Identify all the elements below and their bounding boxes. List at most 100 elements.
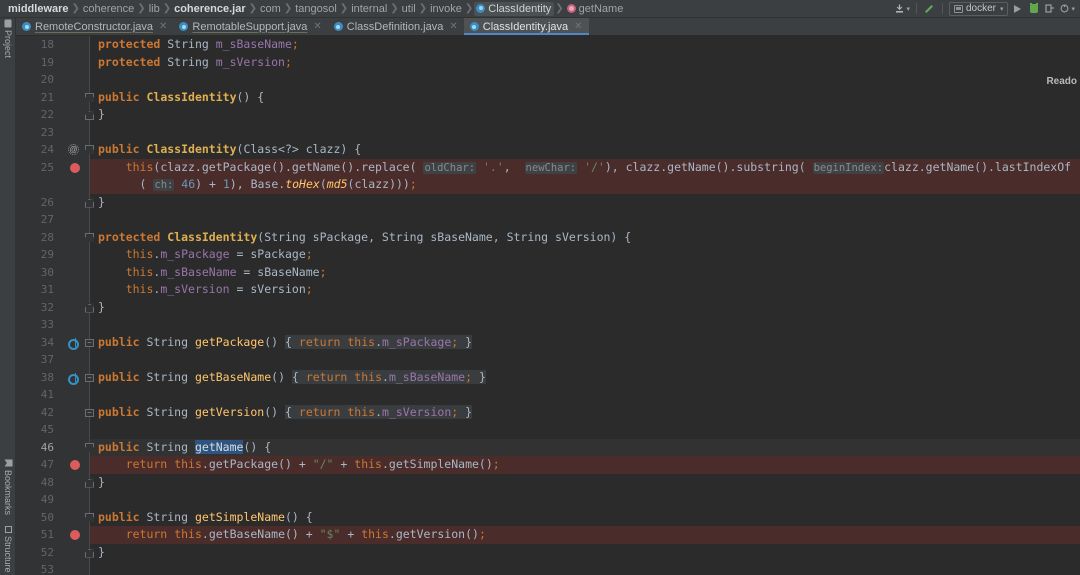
close-icon[interactable]: ✕ [449, 21, 457, 32]
annotation-gutter-icon[interactable]: @ [68, 144, 79, 155]
line-number: 37 [40, 353, 54, 366]
stop-icon [1045, 4, 1055, 13]
implementing-method-icon[interactable] [68, 337, 79, 350]
tab-remotable-support[interactable]: RemotableSupport.java ✕ [173, 18, 327, 35]
chevron-down-icon: ▾ [906, 5, 910, 13]
fold-collapsed-icon[interactable]: − [85, 338, 94, 347]
fold-collapsed-icon[interactable]: − [85, 408, 94, 417]
code-text[interactable]: } [98, 194, 105, 212]
editor-line: 24 @ public ClassIdentity(Class<?> clazz… [16, 141, 1080, 159]
selected-identifier[interactable]: getName [194, 439, 244, 454]
breadcrumb-item-com[interactable]: com [258, 3, 283, 15]
breadcrumb-item-class-identity[interactable]: ClassIdentity [474, 1, 555, 16]
code-text[interactable]: public String getName() { [98, 439, 271, 457]
code-text[interactable]: } [98, 106, 105, 124]
run-configuration-selector[interactable]: docker ▾ [948, 1, 1009, 16]
breadcrumb-separator: ❯ [162, 3, 172, 14]
fold-collapsed-icon[interactable]: − [85, 373, 94, 382]
structure-icon [4, 526, 12, 534]
bookmark-icon [4, 459, 12, 466]
sidebar-item-structure[interactable]: Structure [0, 526, 16, 573]
fold-collapse-icon[interactable] [85, 477, 94, 487]
tab-class-identity[interactable]: ClassIdentity.java ✕ [463, 18, 589, 35]
tab-class-definition[interactable]: ClassDefinition.java ✕ [328, 18, 464, 35]
breadcrumb-item-tangosol[interactable]: tangosol [293, 3, 339, 15]
code-text[interactable]: public String getSimpleName() { [98, 509, 313, 527]
code-text[interactable]: public ClassIdentity(Class<?> clazz) { [98, 141, 361, 159]
breakpoint-icon[interactable] [70, 530, 80, 540]
close-icon[interactable]: ✕ [313, 21, 321, 32]
fold-expand-icon[interactable] [85, 145, 94, 154]
code-text[interactable]: ( ch: 46) + 1), Base.toHex(md5(clazz))); [98, 176, 417, 194]
code-text[interactable]: this.m_sVersion = sVersion; [98, 281, 313, 299]
sidebar-item-label: Project [3, 30, 13, 59]
java-class-icon [22, 22, 31, 31]
line-number: 21 [40, 90, 54, 104]
fold-collapse-icon[interactable] [85, 197, 94, 207]
code-text[interactable]: protected String m_sVersion; [98, 54, 292, 72]
breadcrumb-item-coherence[interactable]: coherence [81, 3, 136, 15]
breadcrumb-item-util[interactable]: util [400, 3, 418, 15]
run-button[interactable] [1011, 2, 1024, 16]
editor-line: 49 [16, 491, 1080, 509]
stop-button[interactable] [1043, 2, 1056, 16]
left-tool-window-bar: Project Bookmarks Structure [0, 18, 16, 575]
java-class-icon [469, 22, 479, 31]
sidebar-item-bookmarks[interactable]: Bookmarks [0, 459, 16, 515]
editor-line-wrapped: ( ch: 46) + 1), Base.toHex(md5(clazz))); [16, 176, 1080, 194]
code-text[interactable]: } [98, 474, 105, 492]
breadcrumb-item-get-name[interactable]: getName [565, 3, 626, 15]
line-number: 26 [40, 195, 54, 209]
tab-remote-constructor[interactable]: RemoteConstructor.java ✕ [16, 18, 173, 35]
run-configuration-label: docker [965, 3, 996, 14]
fold-collapse-icon[interactable] [85, 302, 94, 312]
fold-expand-icon[interactable] [85, 512, 94, 522]
line-number: 28 [40, 230, 54, 244]
chevron-down-icon: ▾ [1071, 5, 1075, 13]
code-text[interactable]: public String getPackage() { return this… [98, 334, 473, 352]
code-text[interactable]: protected String m_sBaseName; [98, 36, 299, 54]
code-text[interactable]: public String getVersion() { return this… [98, 404, 473, 422]
fold-collapse-icon[interactable] [85, 110, 94, 119]
code-text[interactable]: public String getBaseName() { return thi… [98, 369, 486, 387]
chevron-down-icon: ▾ [999, 5, 1004, 13]
editor-line: 38 − public String getBaseName() { retur… [16, 369, 1080, 387]
breadcrumb-item-coherence-jar[interactable]: coherence.jar [172, 3, 248, 15]
fold-expand-icon[interactable] [85, 92, 94, 102]
breadcrumb-item-internal[interactable]: internal [349, 3, 389, 15]
implementing-method-icon[interactable] [68, 372, 79, 385]
code-text[interactable]: return this.getPackage() + "/" + this.ge… [98, 456, 500, 474]
line-number: 52 [40, 545, 54, 559]
close-icon[interactable]: ✕ [574, 21, 582, 32]
code-text[interactable]: } [98, 299, 105, 317]
fold-expand-icon[interactable] [85, 232, 94, 242]
editor-line: 47 return this.getPackage() + "/" + this… [16, 456, 1080, 474]
code-text[interactable]: this.m_sPackage = sPackage; [98, 246, 313, 264]
code-text[interactable]: this.m_sBaseName = sBaseName; [98, 264, 327, 282]
editor-line: 25 this(clazz.getPackage().getName().rep… [16, 158, 1080, 177]
code-text[interactable]: return this.getBaseName() + "$" + this.g… [98, 526, 486, 544]
editor-line: 37 [16, 351, 1080, 369]
debug-button[interactable] [1027, 2, 1040, 16]
code-text[interactable]: public ClassIdentity() { [98, 89, 264, 107]
close-icon[interactable]: ✕ [159, 21, 167, 32]
code-text[interactable]: } [98, 544, 105, 562]
breadcrumb-item-lib[interactable]: lib [147, 3, 162, 15]
breadcrumb-item-middleware[interactable]: middleware [6, 3, 71, 15]
code-editor[interactable]: 18 protected String m_sBaseName; 19 prot… [16, 36, 1080, 575]
breadcrumb-separator: ❯ [283, 3, 293, 14]
code-text[interactable]: protected ClassIdentity(String sPackage,… [98, 229, 631, 247]
tab-label: ClassIdentity.java [482, 20, 569, 33]
editor-line: 20 [16, 71, 1080, 89]
breakpoint-icon[interactable] [70, 162, 80, 173]
code-text[interactable]: this(clazz.getPackage().getName().replac… [98, 159, 1071, 177]
editor-line: 32 } [16, 299, 1080, 317]
build-button[interactable] [923, 2, 936, 16]
vcs-update-button[interactable]: ▾ [894, 2, 910, 16]
breakpoint-icon[interactable] [70, 460, 80, 470]
breadcrumb-item-invoke[interactable]: invoke [428, 3, 464, 15]
fold-expand-icon[interactable] [85, 442, 94, 452]
sidebar-item-project[interactable]: Project [0, 19, 16, 59]
fold-collapse-icon[interactable] [85, 547, 94, 557]
more-options-button[interactable]: ▾ [1059, 2, 1075, 16]
